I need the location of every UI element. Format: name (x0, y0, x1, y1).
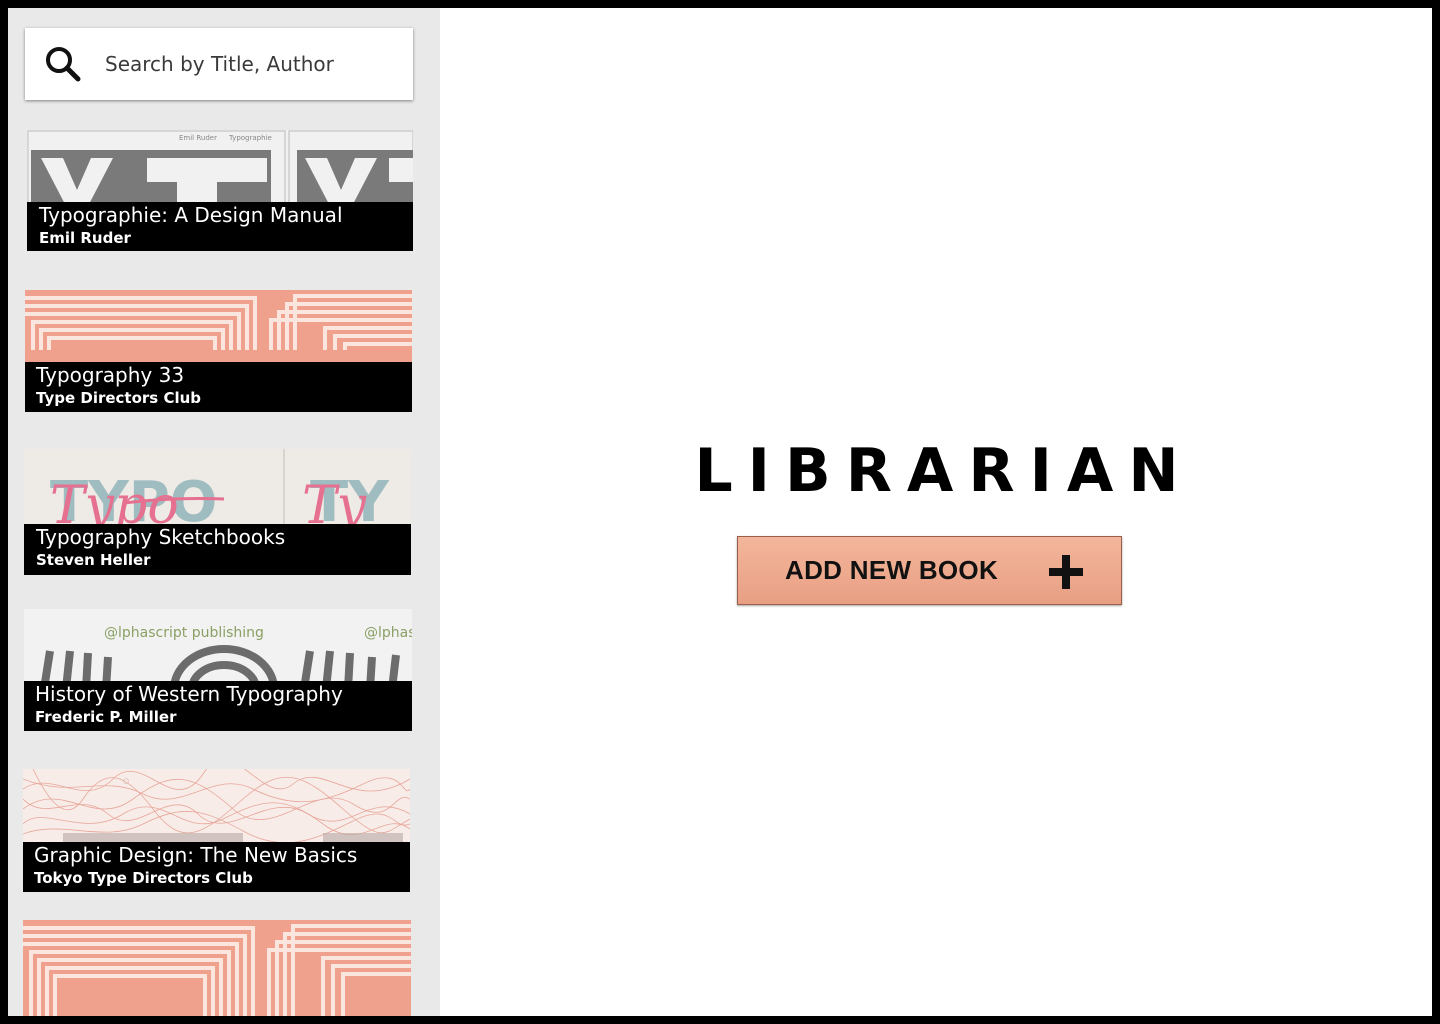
book-author: Frederic P. Miller (35, 708, 177, 726)
book-title: Typography 33 (36, 363, 185, 387)
cover-text: @lphascript publishing (104, 625, 264, 641)
book-caption: Typography Sketchbooks Steven Heller (24, 524, 411, 575)
book-title: History of Western Typography (35, 682, 343, 706)
cover-text: Emil Ruder (179, 134, 217, 142)
book-card[interactable] (23, 920, 411, 1016)
cover-text: @lphas (364, 625, 412, 641)
book-card[interactable]: Emil Ruder Typographie Typographie: A De… (27, 130, 413, 251)
svg-text:○: ○ (123, 777, 129, 785)
book-author: Steven Heller (36, 551, 151, 569)
book-caption: Typographie: A Design Manual Emil Ruder (27, 202, 413, 251)
book-card[interactable]: ○ Graphic Design: The New Basics Tokyo T… (23, 769, 410, 892)
add-new-book-label: ADD NEW BOOK (785, 555, 999, 585)
book-caption: History of Western Typography Frederic P… (24, 681, 412, 731)
book-cover-image (23, 920, 411, 1016)
book-author: Type Directors Club (36, 389, 202, 407)
plus-icon (1049, 555, 1083, 589)
book-title: Typography Sketchbooks (36, 525, 286, 549)
book-author: Emil Ruder (39, 229, 131, 247)
search-input[interactable] (105, 52, 395, 76)
app-window: Emil Ruder Typographie Typographie: A De… (8, 8, 1432, 1016)
search-icon (46, 47, 81, 82)
book-card[interactable]: TYPO Typo TY Ty Typography Sketchbooks S… (24, 449, 411, 575)
book-card[interactable]: Typography 33 Type Directors Club (25, 290, 412, 412)
main-panel: LIBRARIAN ADD NEW BOOK (440, 8, 1432, 1016)
app-logo: LIBRARIAN (694, 436, 1194, 506)
book-caption: Typography 33 Type Directors Club (25, 362, 412, 412)
search-bar[interactable] (25, 28, 413, 100)
book-author: Tokyo Type Directors Club (34, 869, 253, 887)
add-new-book-button[interactable]: ADD NEW BOOK (737, 536, 1122, 605)
cover-text: Typographie (228, 134, 272, 142)
book-card[interactable]: @lphascript publishing @lphas History of… (24, 609, 412, 731)
book-caption: Graphic Design: The New Basics Tokyo Typ… (23, 842, 410, 892)
book-title: Graphic Design: The New Basics (34, 843, 358, 867)
sidebar: Emil Ruder Typographie Typographie: A De… (8, 8, 440, 1016)
book-title: Typographie: A Design Manual (39, 203, 343, 227)
